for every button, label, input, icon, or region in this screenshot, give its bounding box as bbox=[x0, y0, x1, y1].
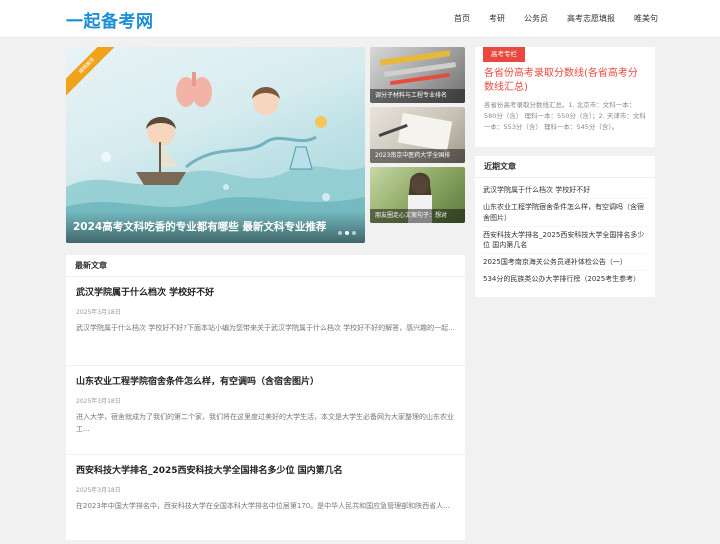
nav-gaokao-application[interactable]: 高考志愿填报 bbox=[567, 13, 615, 24]
slide-title[interactable]: 2024高考文科吃香的专业都有哪些 最新文科专业推荐 bbox=[73, 219, 326, 234]
slider-dots bbox=[335, 231, 356, 235]
site-logo[interactable]: 一起备考网 bbox=[66, 7, 154, 32]
thumb-card-3[interactable]: 朋友圈走心文案句子：想对 bbox=[370, 167, 465, 223]
recent-list: 武汉学院属于什么档次 学校好不好 山东农业工程学院宿舍条件怎么样，有空调吗（含宿… bbox=[475, 178, 655, 287]
nav-home[interactable]: 首页 bbox=[454, 13, 470, 24]
article-date: 2025年3月18日 bbox=[76, 487, 121, 494]
article-excerpt: 在2023年中国大学排名中，西安科技大学在全国本科大学排名中位居第170。是中华… bbox=[76, 502, 450, 510]
article-date: 2025年3月18日 bbox=[76, 309, 121, 316]
thumb-card-1[interactable]: 调分子材料与工程专业排名 bbox=[370, 47, 465, 103]
recent-item[interactable]: 2025国考南京海关公务员递补体检公告（一） bbox=[483, 254, 647, 271]
thumb-caption-3: 朋友圈走心文案句子：想对 bbox=[370, 209, 465, 223]
featured-slider[interactable]: 编辑推荐 2024高考文科吃香的专业都有哪些 最新文科专业推荐 bbox=[66, 47, 365, 243]
article-excerpt: 进入大学，宿舍就成为了我们的第二个家，我们将在这里度过美好的大学生活，本文是大学… bbox=[76, 413, 454, 433]
article-title[interactable]: 武汉学院属于什么档次 学校好不好 bbox=[76, 287, 455, 299]
recent-heading: 近期文章 bbox=[475, 156, 655, 178]
article-excerpt: 武汉学院属于什么档次 学校好不好?下面本站小编为您带来关于武汉学院属于什么档次 … bbox=[76, 324, 455, 332]
article-title[interactable]: 西安科技大学排名_2025西安科技大学全国排名多少位 国内第几名 bbox=[76, 465, 455, 477]
slider-dot-2[interactable] bbox=[345, 231, 349, 235]
gaokao-feature-card: 高考专栏 各省份高考录取分数线(各省高考分数线汇总) 各省份高考录取分数线汇总。… bbox=[475, 47, 655, 147]
nav-kaoyan[interactable]: 考研 bbox=[489, 13, 505, 24]
latest-articles-panel: 最新文章 武汉学院属于什么档次 学校好不好 2025年3月18日 武汉学院属于什… bbox=[66, 255, 465, 544]
thumb-caption-1: 调分子材料与工程专业排名 bbox=[370, 89, 465, 103]
nav-quotes[interactable]: 唯美句 bbox=[634, 13, 658, 24]
recent-articles-panel: 近期文章 武汉学院属于什么档次 学校好不好 山东农业工程学院宿舍条件怎么样，有空… bbox=[475, 156, 655, 297]
thumb-caption-2: 2023南京中医药大学全国排 bbox=[370, 149, 465, 163]
article-item: 山东农业工程学院宿舍条件怎么样，有空调吗（含宿舍图片） 2025年3月18日 进… bbox=[66, 366, 465, 455]
slider-dot-1[interactable] bbox=[338, 231, 342, 235]
slider-dot-3[interactable] bbox=[352, 231, 356, 235]
recent-item[interactable]: 武汉学院属于什么档次 学校好不好 bbox=[483, 182, 647, 199]
article-item: 武汉学院属于什么档次 学校好不好 2025年3月18日 武汉学院属于什么档次 学… bbox=[66, 277, 465, 366]
article-title[interactable]: 山东农业工程学院宿舍条件怎么样，有空调吗（含宿舍图片） bbox=[76, 376, 455, 388]
slide-caption: 2024高考文科吃香的专业都有哪些 最新文科专业推荐 bbox=[66, 211, 365, 243]
recent-item[interactable]: 534分的民族类公办大学排行榜（2025考生参考） bbox=[483, 271, 647, 287]
feature-excerpt: 各省份高考录取分数线汇总。1. 北京市：文科一本：580分（含） 理科一本：55… bbox=[484, 101, 646, 131]
nav-civil-service[interactable]: 公务员 bbox=[524, 13, 548, 24]
recent-item[interactable]: 山东农业工程学院宿舍条件怎么样，有空调吗（含宿舍图片） bbox=[483, 199, 647, 227]
category-badge[interactable]: 高考专栏 bbox=[483, 47, 525, 62]
article-item: 西安科技大学排名_2025西安科技大学全国排名多少位 国内第几名 2025年3月… bbox=[66, 455, 465, 544]
recent-item[interactable]: 西安科技大学排名_2025西安科技大学全国排名多少位 国内第几名 bbox=[483, 227, 647, 254]
thumb-card-2[interactable]: 2023南京中医药大学全国排 bbox=[370, 107, 465, 163]
article-date: 2025年3月18日 bbox=[76, 398, 121, 405]
latest-heading: 最新文章 bbox=[66, 255, 465, 277]
feature-title[interactable]: 各省份高考录取分数线(各省高考分数线汇总) bbox=[484, 67, 646, 95]
site-header: 一起备考网 首页 考研 公务员 高考志愿填报 唯美句 bbox=[0, 0, 720, 38]
main-nav: 首页 考研 公务员 高考志愿填报 唯美句 bbox=[435, 13, 658, 24]
